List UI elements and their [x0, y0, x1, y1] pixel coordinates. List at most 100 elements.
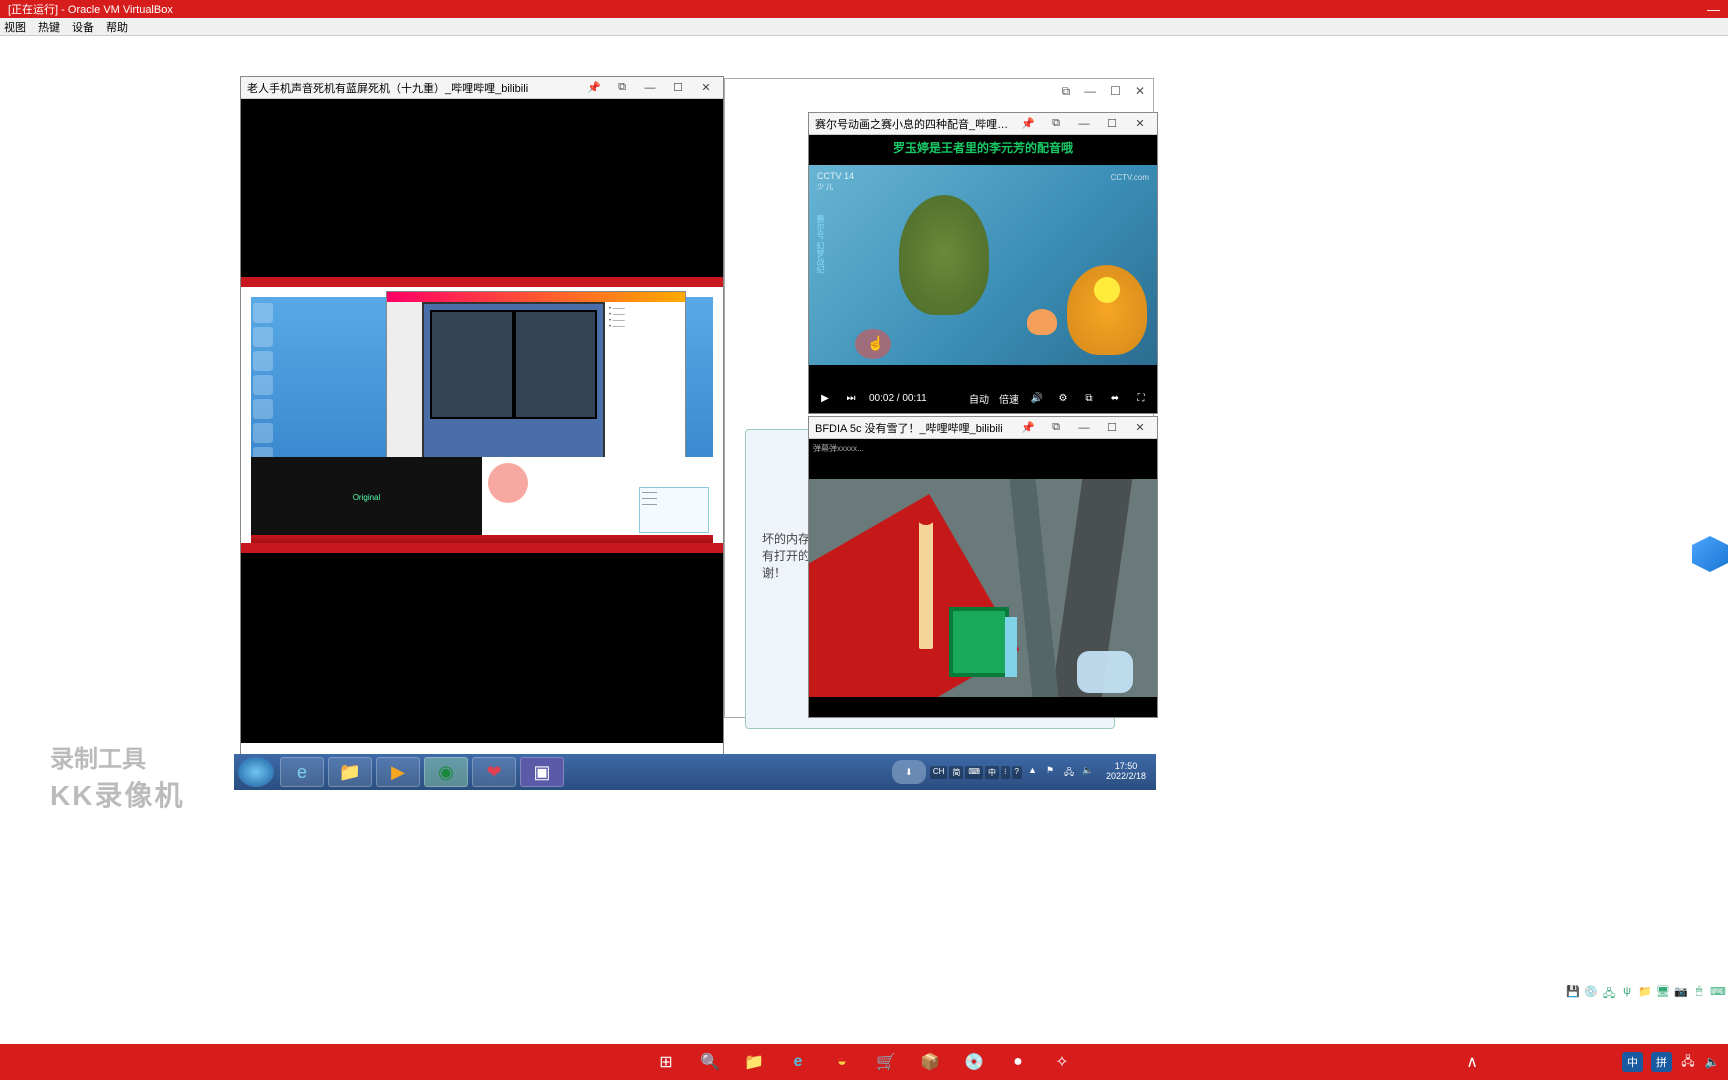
- host-taskbar[interactable]: ⊞ 🔍 📁 e ◒ 🛒 📦 💿 ● ✧ ∧ 中 拼 🖧 🔈: [0, 1044, 1728, 1080]
- win2-popout-icon[interactable]: ⧉: [1045, 116, 1067, 132]
- fullscreen-icon[interactable]: ⛶: [1133, 393, 1149, 404]
- host-app-disc[interactable]: 💿: [961, 1049, 987, 1075]
- host-virtualbox-icon[interactable]: 📦: [917, 1049, 943, 1075]
- taskbar-ie[interactable]: e: [280, 757, 324, 787]
- host-title: [正在运行] - Oracle VM VirtualBox: [8, 1, 173, 17]
- host-network-icon[interactable]: 🖧: [1680, 1052, 1696, 1073]
- pip-icon[interactable]: ⧉: [1081, 393, 1097, 404]
- green-robot: [899, 195, 989, 315]
- taskbar-app-green[interactable]: ◉: [424, 757, 468, 787]
- tray-flag-icon[interactable]: ⚑: [1046, 765, 1060, 779]
- vb-mouse-icon[interactable]: 🖱: [1692, 985, 1706, 1004]
- taskbar-wmp[interactable]: ▶: [376, 757, 420, 787]
- win3-popout-icon[interactable]: ⧉: [1045, 420, 1067, 436]
- host-volume-icon[interactable]: 🔈: [1704, 1055, 1720, 1069]
- taskbar-app-purple[interactable]: ▣: [520, 757, 564, 787]
- win3-pin-icon[interactable]: 📌: [1017, 420, 1039, 436]
- pet-character: [1027, 309, 1057, 335]
- settings-icon[interactable]: ⚙: [1055, 393, 1071, 404]
- vb-rec-icon[interactable]: 📷: [1674, 985, 1688, 1004]
- host-ime-pin[interactable]: 拼: [1651, 1052, 1672, 1072]
- menu-hotkey[interactable]: 热键: [38, 19, 60, 35]
- tray-expand-icon[interactable]: ▲: [1028, 765, 1042, 779]
- vb-display-icon[interactable]: 🖥: [1656, 985, 1670, 1004]
- host-tray: 中 拼 🖧 🔈: [1622, 1052, 1728, 1073]
- win1-red-strip-2: [241, 543, 723, 553]
- match-character: [919, 519, 933, 649]
- menu-device[interactable]: 设备: [72, 19, 94, 35]
- win3-maximize[interactable]: ☐: [1101, 420, 1123, 436]
- menu-view[interactable]: 视图: [4, 19, 26, 35]
- video-controls: ▶ ⏭ 00:02 / 00:11 自动 倍速 🔊 ⚙ ⧉ ⬌ ⛶: [809, 383, 1157, 413]
- win2-titlebar[interactable]: 赛尔号动画之赛小息的四种配音_哔哩哔哩_bili... 📌 ⧉ — ☐ ✕: [809, 113, 1157, 135]
- bg-window-controls: ⧉ — ☐ ✕: [725, 79, 1153, 103]
- tray-network-icon[interactable]: 🖧: [1064, 765, 1078, 779]
- language-bar[interactable]: CH 简 ⌨ 中 ⁝ ?: [930, 766, 1022, 779]
- playback-speed[interactable]: 倍速: [999, 391, 1019, 406]
- bg-tool-icon[interactable]: ⧉: [1062, 84, 1071, 99]
- host-titlebar: [正在运行] - Oracle VM VirtualBox —: [0, 0, 1728, 18]
- host-ime-cn[interactable]: 中: [1622, 1052, 1643, 1072]
- download-button[interactable]: ⬇: [892, 760, 926, 784]
- win3-titlebar[interactable]: BFDIA 5c 没有雪了！_哔哩哔哩_bilibili 📌 ⧉ — ☐ ✕: [809, 417, 1157, 439]
- guest-clock[interactable]: 17:50 2022/2/18: [1100, 762, 1152, 782]
- vb-shared-icon[interactable]: 📁: [1638, 985, 1652, 1004]
- vb-disk-icon[interactable]: 💾: [1566, 985, 1580, 1004]
- host-tray-expand[interactable]: ∧: [1466, 1052, 1478, 1072]
- watermark-line1: 录制工具: [50, 739, 184, 774]
- win1-video-top[interactable]: [241, 99, 723, 277]
- win1-titlebar[interactable]: 老人手机声音死机有蓝屏死机（十九重）_哔哩哔哩_bilibili 📌 ⧉ — ☐…: [241, 77, 723, 99]
- orange-robot: [1067, 265, 1147, 355]
- vb-usb-icon[interactable]: ψ: [1620, 985, 1634, 1004]
- win3-video[interactable]: 弹幕弹xxxxx...: [809, 439, 1157, 717]
- host-search-icon[interactable]: 🔍: [697, 1049, 723, 1075]
- host-taskbar-center: ⊞ 🔍 📁 e ◒ 🛒 📦 💿 ● ✧: [653, 1049, 1075, 1075]
- vb-net-icon[interactable]: 🖧: [1602, 985, 1616, 1004]
- win2-maximize[interactable]: ☐: [1101, 116, 1123, 132]
- win1-minimize[interactable]: —: [639, 80, 661, 96]
- win2-video[interactable]: 罗玉婷是王者里的李元芳的配音哦 CCTV 14少 儿 CCTV.com 赛尔号 …: [809, 135, 1157, 413]
- vm-display: 录制工具 KK录像机 ⧉ — ☐ ✕ 登录 大 直播0 ✕ 坏的内存写 有打开的…: [0, 36, 1728, 1044]
- win2-pin-icon[interactable]: 📌: [1017, 116, 1039, 132]
- win1-popout-icon[interactable]: ⧉: [611, 80, 633, 96]
- start-button[interactable]: [238, 757, 274, 787]
- vb-kb-icon[interactable]: ⌨: [1710, 985, 1724, 1004]
- host-app-tb[interactable]: 🛒: [873, 1049, 899, 1075]
- host-taskview-icon[interactable]: 📁: [741, 1049, 767, 1075]
- play-button[interactable]: ▶: [817, 393, 833, 404]
- video-window-2: 赛尔号动画之赛小息的四种配音_哔哩哔哩_bili... 📌 ⧉ — ☐ ✕ 罗玉…: [808, 112, 1158, 414]
- guest-taskbar[interactable]: e 📁 ▶ ◉ ❤ ▣ ⬇ CH 简 ⌨ 中 ⁝ ? ▲ ⚑ 🖧 🔈 17:50…: [234, 754, 1156, 790]
- host-start-icon[interactable]: ⊞: [653, 1049, 679, 1075]
- auto-quality[interactable]: 自动: [969, 391, 989, 406]
- cctv-logo: CCTV 14少 儿: [817, 171, 854, 192]
- win1-video-middle[interactable]: • ——• ——• ——• —— Original —————————: [241, 287, 723, 543]
- win3-close[interactable]: ✕: [1129, 420, 1151, 436]
- win1-title: 老人手机声音死机有蓝屏死机（十九重）_哔哩哔哩_bilibili: [247, 80, 528, 96]
- host-app-spark[interactable]: ✧: [1049, 1049, 1075, 1075]
- floating-cube-icon[interactable]: [1692, 536, 1728, 572]
- bg-minimize[interactable]: —: [1084, 84, 1096, 98]
- win1-pin-icon[interactable]: 📌: [583, 80, 605, 96]
- win1-close[interactable]: ✕: [695, 80, 717, 96]
- menu-help[interactable]: 帮助: [106, 19, 128, 35]
- tray-volume-icon[interactable]: 🔈: [1082, 765, 1096, 779]
- bg-close[interactable]: ✕: [1135, 84, 1145, 98]
- ice-cube-character: [1077, 651, 1133, 693]
- vb-optical-icon[interactable]: 💿: [1584, 985, 1598, 1004]
- widescreen-icon[interactable]: ⬌: [1107, 393, 1123, 404]
- host-app-yy[interactable]: ◒: [829, 1049, 855, 1075]
- next-button[interactable]: ⏭: [843, 393, 859, 404]
- win3-minimize[interactable]: —: [1073, 420, 1095, 436]
- host-edge-icon[interactable]: e: [785, 1049, 811, 1075]
- win1-video-bottom[interactable]: [241, 553, 723, 743]
- win2-minimize[interactable]: —: [1073, 116, 1095, 132]
- win1-maximize[interactable]: ☐: [667, 80, 689, 96]
- bg-maximize[interactable]: ☐: [1110, 84, 1121, 98]
- volume-icon[interactable]: 🔊: [1029, 393, 1045, 404]
- watermark-line2: KK录像机: [50, 774, 184, 814]
- win2-close[interactable]: ✕: [1129, 116, 1151, 132]
- taskbar-app-heart[interactable]: ❤: [472, 757, 516, 787]
- host-app-orb[interactable]: ●: [1005, 1049, 1031, 1075]
- taskbar-explorer[interactable]: 📁: [328, 757, 372, 787]
- host-minimize[interactable]: —: [1707, 2, 1720, 17]
